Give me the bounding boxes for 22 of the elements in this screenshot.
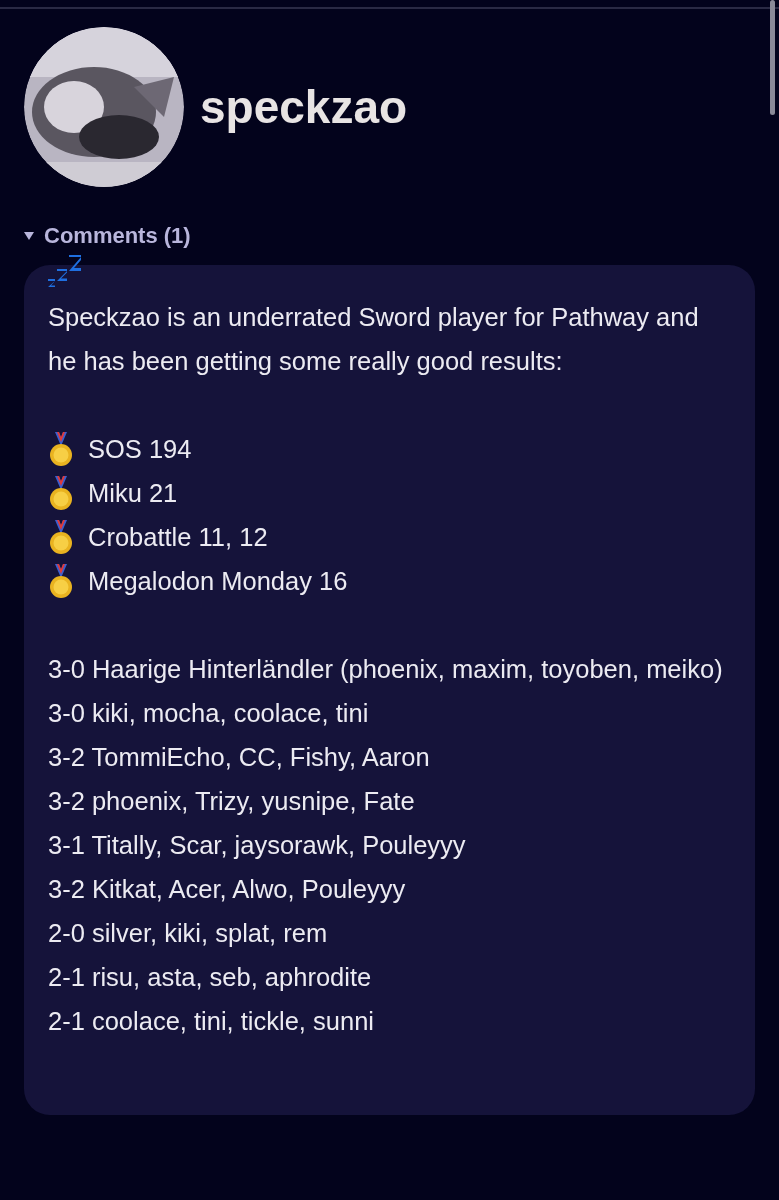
sleep-icon: [48, 255, 82, 287]
medal-text: SOS 194: [88, 434, 192, 465]
medal-icon: [48, 432, 74, 466]
result-text: 2-1 coolace, tini, tickle, sunni: [48, 1006, 375, 1037]
profile-name: speckzao: [200, 80, 408, 134]
medal-text: Megalodon Monday 16: [88, 566, 348, 597]
scrollbar[interactable]: [770, 0, 775, 115]
result-text: 3-2 phoenix, Trizy, yusnipe, Fate: [48, 786, 416, 817]
result-text: 3-2 Kitkat, Acer, Alwo, Pouleyyy: [48, 874, 407, 905]
medal-icon: [48, 476, 74, 510]
medal-icon: [48, 520, 74, 554]
comment-text: Speckzao is an underrated Sword player for Pathway and he has been getting some really good results:: [48, 302, 700, 377]
medal-icon: [48, 564, 74, 598]
result-text: 3-2 TommiEcho, CC, Fishy, Aaron: [48, 742, 431, 773]
comments-toggle[interactable]: Comments (1): [44, 223, 191, 249]
result-text: 2-0 silver, kiki, splat, rem: [48, 918, 329, 949]
medal-text: Miku 21: [88, 478, 178, 509]
result-text: 3-0 Haarige Hinterländler (phoenix, maxim, toyoben, meiko): [48, 654, 724, 685]
result-text: 2-1 risu, asta, seb, aphrodite: [48, 962, 373, 993]
result-text: 3-0 kiki, mocha, coolace, tini: [48, 698, 370, 729]
medal-text: Crobattle 11, 12: [88, 522, 268, 553]
result-text: 3-1 Titally, Scar, jaysorawk, Pouleyyy: [48, 830, 467, 861]
